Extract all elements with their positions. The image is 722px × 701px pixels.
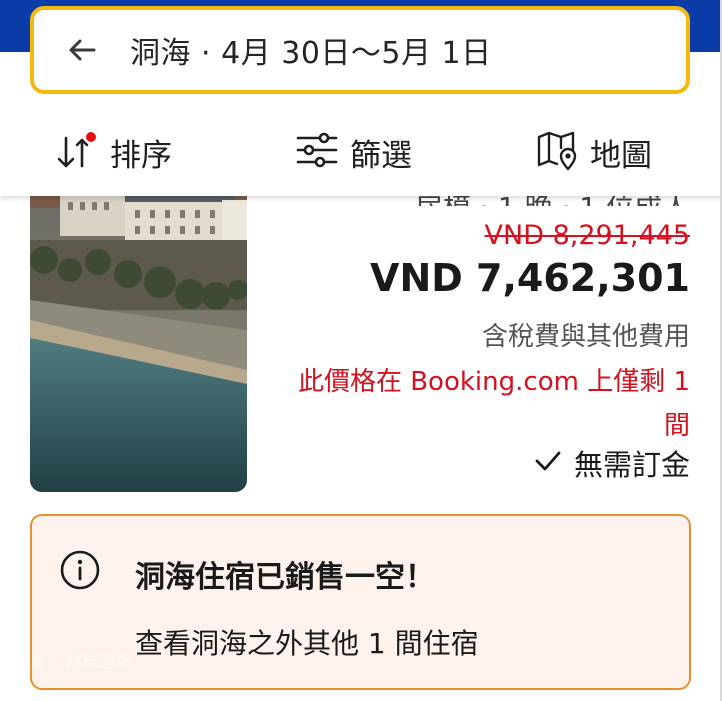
search-destination-dates[interactable]: 洞海 · 4月 30日～5月 1日 <box>130 28 492 72</box>
watermark-text: Jo & 一路玩過來 <box>12 652 130 671</box>
sort-label: 排序 <box>110 137 172 174</box>
checkmark-icon <box>534 446 562 480</box>
search-summary-bar[interactable]: 洞海 · 4月 30日～5月 1日 <box>30 6 690 94</box>
map-label: 地圖 <box>590 137 652 174</box>
sort-notification-dot <box>86 132 96 142</box>
sort-button[interactable]: 排序 <box>54 108 172 196</box>
original-price: VND 8,291,445 <box>484 220 690 251</box>
filter-sliders-icon <box>296 130 338 174</box>
filter-button[interactable]: 篩選 <box>296 108 412 196</box>
no-deposit-badge: 無需訂金 <box>534 442 690 484</box>
no-deposit-label: 無需訂金 <box>573 448 690 482</box>
filter-label: 篩選 <box>350 137 412 174</box>
info-icon <box>58 548 102 592</box>
tax-note: 含稅費與其他費用 <box>481 322 690 352</box>
soldout-title: 洞海住宿已銷售一空！ <box>135 560 435 595</box>
sort-icon <box>54 130 98 174</box>
map-button[interactable]: 地圖 <box>536 108 652 196</box>
current-price: VND 7,462,301 <box>370 256 690 300</box>
property-card[interactable]: 房模 · 1 晚 · 1 位成人 VND 8,291,445 VND 7,462… <box>0 150 722 510</box>
back-arrow-icon[interactable] <box>62 30 102 70</box>
view-other-properties-link[interactable]: 查看洞海之外其他 1 間住宿 <box>135 622 479 662</box>
sort-filter-map-bar: 排序 篩選 地圖 <box>0 108 722 196</box>
map-pin-icon <box>536 129 578 175</box>
scarcity-note: 此價格在 Booking.com 上僅剩 1 間 <box>297 367 690 441</box>
property-photo[interactable] <box>30 170 247 492</box>
